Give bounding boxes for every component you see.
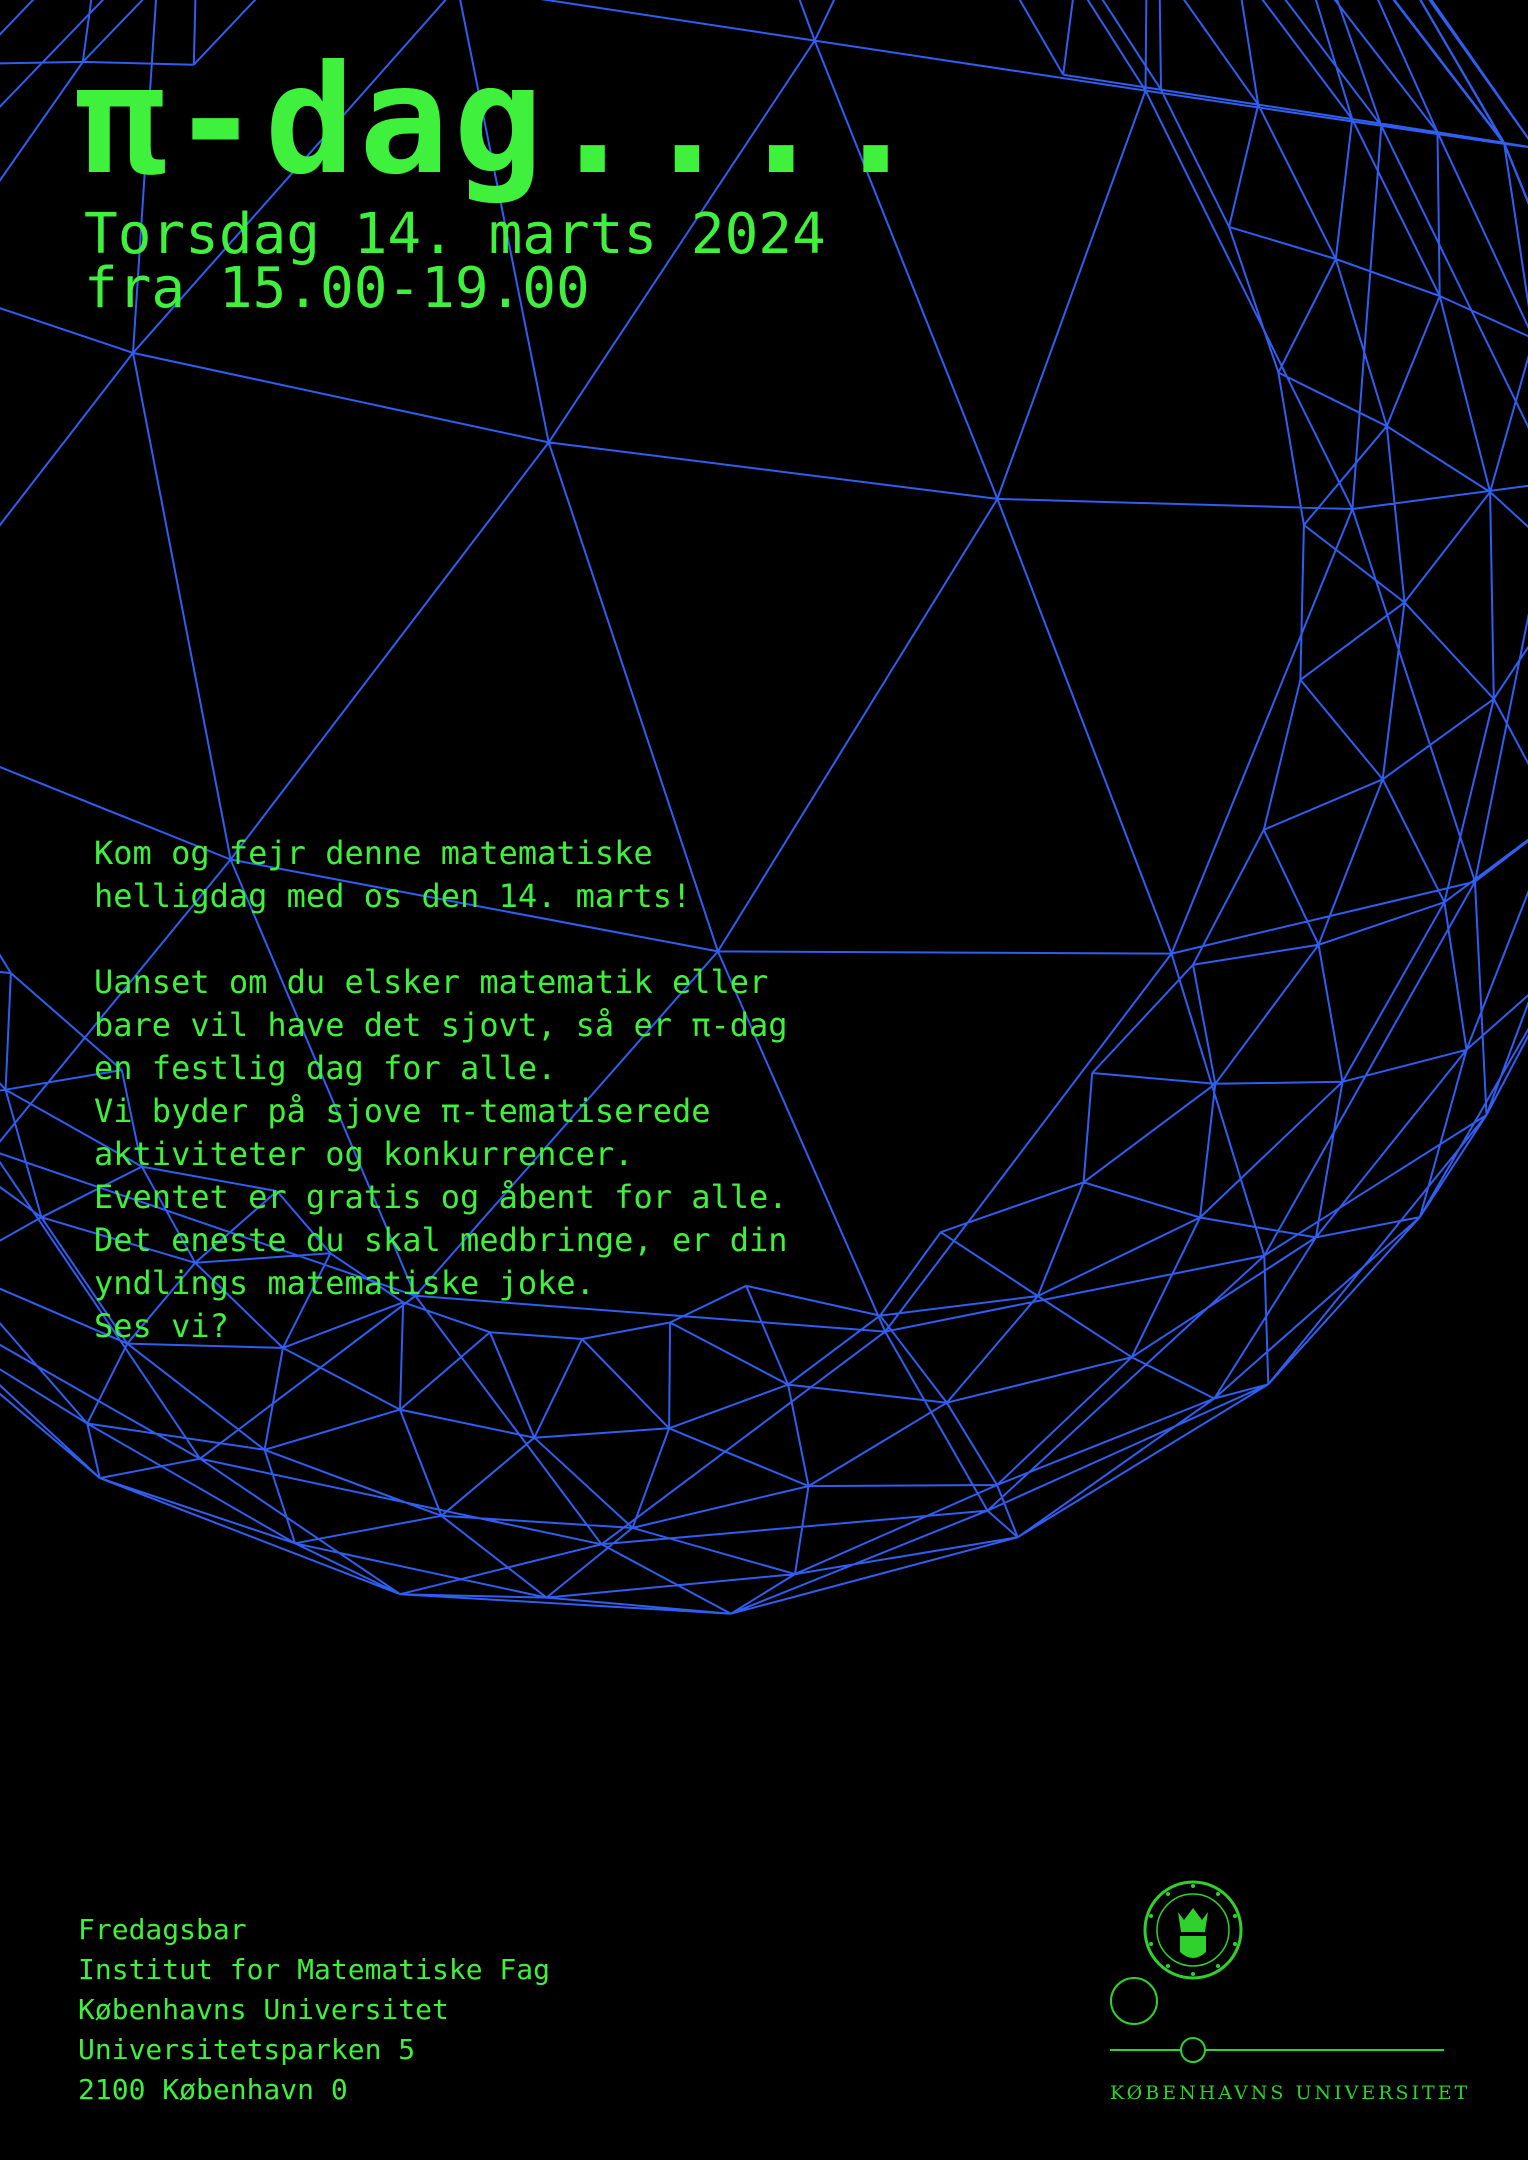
- university-logo: [1110, 1880, 1444, 2063]
- venue-street: Universitetsparken 5: [78, 2033, 416, 2066]
- body-line: bare vil have det sjovt, så er π-dag: [94, 1006, 788, 1044]
- logo-circle-small: [1180, 2037, 1206, 2063]
- event-date: Torsdag 14. marts 2024 fra 15.00-19.00: [84, 202, 826, 321]
- intro-line: helligdag med os den 14. marts!: [94, 877, 692, 915]
- body-line: Eventet er gratis og åbent for alle.: [94, 1178, 788, 1216]
- venue-address: Fredagsbar Institut for Matematiske Fag …: [78, 1910, 550, 2110]
- venue-name: Fredagsbar: [78, 1913, 247, 1946]
- body-line: Vi byder på sjove π-tematiserede: [94, 1092, 711, 1130]
- venue-institute: Institut for Matematiske Fag: [78, 1953, 551, 1986]
- logo-circle-large: [1110, 1977, 1158, 2025]
- body-line: Ses vi?: [94, 1307, 229, 1345]
- event-description: Kom og fejr denne matematiske helligdag …: [94, 832, 1094, 1348]
- university-seal-icon: [1143, 1880, 1243, 1980]
- time-line: fra 15.00-19.00: [84, 256, 590, 321]
- body-line: aktiviteter og konkurrencer.: [94, 1135, 634, 1173]
- body-line: Det eneste du skal medbringe, er din: [94, 1221, 788, 1259]
- body-line: yndlings matematiske joke.: [94, 1264, 595, 1302]
- event-title: π-dag....: [76, 34, 925, 208]
- intro-line: Kom og fejr denne matematiske: [94, 834, 653, 872]
- venue-city: 2100 København 0: [78, 2073, 348, 2106]
- venue-university: Københavns Universitet: [78, 1993, 449, 2026]
- date-line: Torsdag 14. marts 2024: [84, 202, 826, 267]
- university-wordmark: KØBENHAVNS UNIVERSITET: [1110, 2082, 1471, 2104]
- body-line: en festlig dag for alle.: [94, 1049, 557, 1087]
- body-line: Uanset om du elsker matematik eller: [94, 963, 769, 1001]
